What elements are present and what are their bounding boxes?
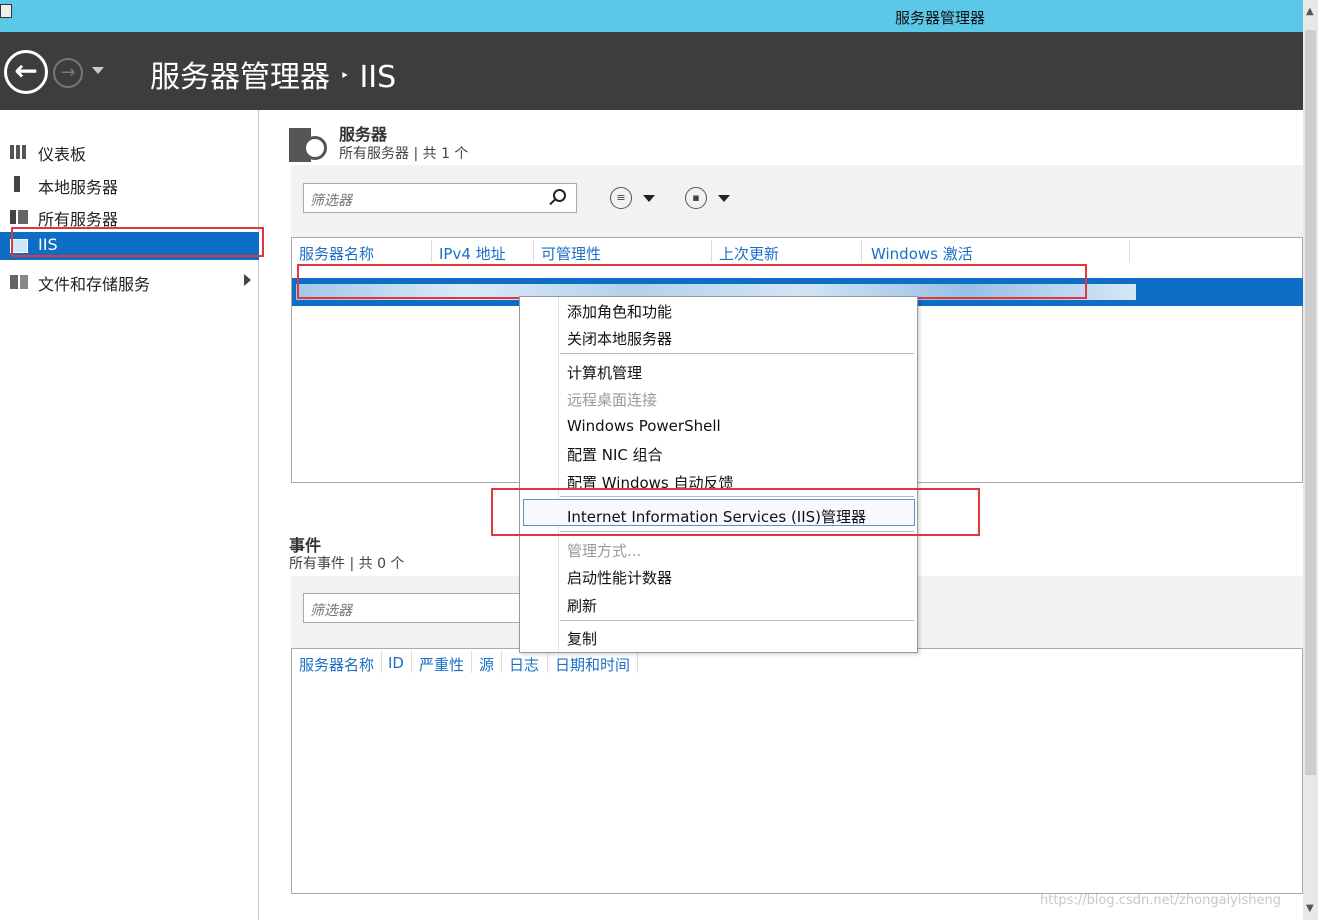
scrollbar-thumb[interactable]	[1305, 30, 1316, 775]
navigation-header: ← → 服务器管理器 ‣ IIS	[0, 32, 1303, 110]
vertical-scrollbar[interactable]: ▲ ▼	[1303, 0, 1318, 920]
sidebar-item-local-server[interactable]: 本地服务器	[0, 171, 259, 199]
local-server-icon	[14, 176, 20, 192]
window-title: 服务器管理器	[895, 9, 986, 27]
list-options-icon[interactable]: ≡	[610, 187, 632, 209]
annotation-box-iis	[11, 227, 264, 257]
servers-subtitle: 所有服务器 | 共 1 个	[339, 146, 469, 162]
sidebar-item-file-storage[interactable]: 文件和存储服务	[0, 268, 259, 296]
menu-item-computer-management[interactable]: 计算机管理	[567, 362, 642, 383]
server-globe-icon	[289, 124, 329, 162]
history-dropdown-icon[interactable]	[92, 67, 104, 74]
breadcrumb-separator: ‣	[340, 66, 350, 85]
column-log[interactable]: 日志	[509, 654, 539, 675]
file-storage-icon	[10, 275, 28, 289]
menu-item-nic-teaming[interactable]: 配置 NIC 组合	[567, 444, 663, 465]
column-id[interactable]: ID	[388, 654, 404, 672]
column-ipv4[interactable]: IPv4 地址	[439, 243, 506, 264]
servers-title: 服务器	[339, 125, 388, 144]
window-titlebar: 服务器管理器	[0, 0, 1303, 32]
sidebar-item-label: 仪表板	[38, 145, 87, 164]
menu-item-remote-desktop: 远程桌面连接	[567, 391, 658, 409]
forward-arrow-icon[interactable]: →	[53, 58, 83, 88]
menu-item-performance-counters[interactable]: 启动性能计数器	[567, 567, 672, 588]
sidebar-item-label: 本地服务器	[38, 178, 119, 197]
filter-placeholder: 筛选器	[310, 603, 352, 619]
menu-item-copy[interactable]: 复制	[567, 628, 597, 649]
column-server-name[interactable]: 服务器名称	[299, 243, 374, 264]
filter-placeholder: 筛选器	[310, 193, 352, 209]
column-last-update[interactable]: 上次更新	[719, 243, 779, 264]
all-servers-icon	[10, 210, 28, 224]
menu-item-shutdown-server[interactable]: 关闭本地服务器	[567, 328, 672, 349]
column-date-time[interactable]: 日期和时间	[555, 654, 630, 675]
search-icon[interactable]	[553, 189, 566, 202]
scroll-up-icon[interactable]: ▲	[1306, 6, 1314, 17]
column-windows-activation[interactable]: Windows 激活	[871, 243, 973, 264]
annotation-box-iis-manager	[491, 488, 980, 536]
breadcrumb-current: IIS	[359, 60, 397, 95]
save-query-dropdown-icon[interactable]	[718, 195, 730, 202]
column-server-name[interactable]: 服务器名称	[299, 654, 374, 675]
dashboard-icon	[10, 145, 28, 159]
context-menu: 添加角色和功能 关闭本地服务器 计算机管理 远程桌面连接 Windows Pow…	[519, 296, 918, 653]
column-severity[interactable]: 严重性	[419, 654, 464, 675]
breadcrumb: 服务器管理器 ‣ IIS	[150, 52, 396, 96]
watermark: https://blog.csdn.net/zhongaiyisheng	[1040, 893, 1281, 908]
save-query-icon[interactable]: ▪	[685, 187, 707, 209]
app-icon	[0, 4, 12, 18]
back-arrow-icon[interactable]: ←	[4, 50, 48, 94]
menu-item-powershell[interactable]: Windows PowerShell	[567, 417, 721, 435]
column-manageability[interactable]: 可管理性	[541, 243, 601, 264]
menu-separator	[560, 353, 914, 354]
events-table-header: 服务器名称 ID 严重性 源 日志 日期和时间	[291, 651, 1303, 675]
menu-item-manage-as: 管理方式...	[567, 542, 642, 560]
column-source[interactable]: 源	[479, 654, 494, 675]
menu-item-add-roles[interactable]: 添加角色和功能	[567, 301, 672, 322]
sidebar-item-dashboard[interactable]: 仪表板	[0, 138, 259, 166]
menu-separator	[560, 620, 914, 621]
menu-item-refresh[interactable]: 刷新	[567, 595, 597, 616]
list-options-dropdown-icon[interactable]	[643, 195, 655, 202]
scroll-down-icon[interactable]: ▼	[1306, 903, 1314, 914]
servers-filter-input[interactable]: 筛选器	[303, 183, 577, 213]
breadcrumb-root[interactable]: 服务器管理器	[150, 60, 330, 95]
annotation-box-server-row	[297, 264, 1087, 299]
servers-table-header: 服务器名称 IPv4 地址 可管理性 上次更新 Windows 激活	[291, 240, 1303, 264]
events-filter-input[interactable]: 筛选器	[303, 593, 533, 623]
events-table	[291, 648, 1303, 894]
sidebar-item-label: 文件和存储服务	[38, 275, 151, 294]
events-subtitle: 所有事件 | 共 0 个	[289, 556, 405, 572]
expand-arrow-icon[interactable]	[244, 274, 251, 286]
